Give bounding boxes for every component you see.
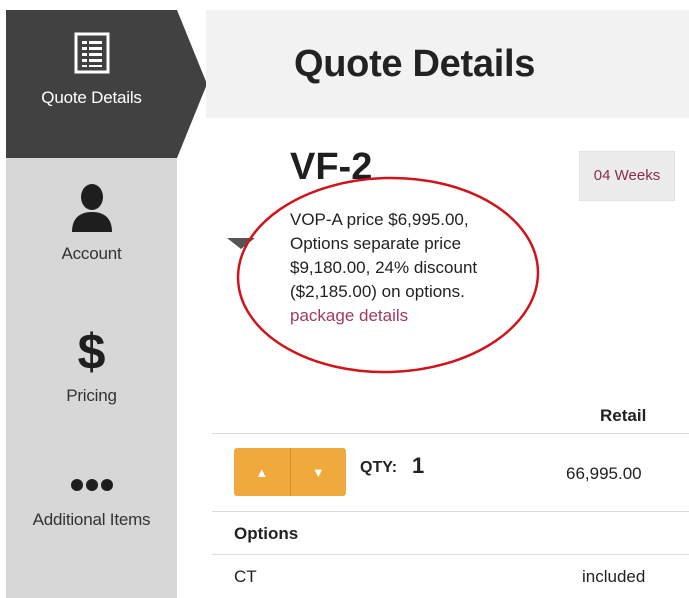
active-pointer-arrow — [177, 10, 207, 158]
option-name: CT — [234, 567, 257, 586]
options-header: Options — [234, 524, 299, 543]
description-line: $9,180.00, 24% discount — [290, 258, 478, 277]
divider — [212, 433, 689, 434]
person-icon — [71, 184, 112, 232]
sidebar-item-quote-details[interactable]: Quote Details — [6, 32, 177, 142]
sidebar-item-account[interactable]: Account — [6, 182, 177, 282]
package-details-link[interactable]: package details — [290, 306, 408, 325]
sidebar-item-label: Additional Items — [32, 510, 151, 529]
decrease-button[interactable]: ▼ — [291, 448, 347, 496]
lead-time-badge: 04 Weeks — [579, 151, 675, 201]
divider — [212, 511, 689, 512]
retail-column-header: Retail — [600, 406, 647, 425]
dollar-icon: $ — [77, 324, 106, 380]
arrow-down-icon: ▼ — [311, 464, 325, 480]
quantity-stepper: ▲ ▼ — [234, 448, 346, 496]
divider — [212, 554, 689, 555]
qty-label: QTY: — [360, 459, 398, 476]
more-dots-icon — [70, 479, 113, 491]
increase-button[interactable]: ▲ — [234, 448, 290, 496]
arrow-up-icon: ▲ — [255, 464, 269, 480]
qty-value: 1 — [412, 453, 425, 478]
sidebar-item-label: Quote Details — [41, 88, 142, 107]
option-value: included — [582, 567, 646, 586]
list-document-icon — [74, 32, 109, 74]
sidebar-item-pricing[interactable]: $ Pricing — [6, 326, 177, 426]
product-name: VF-2 — [290, 146, 373, 188]
description-line: VOP-A price $6,995.00, — [290, 210, 469, 229]
sidebar-item-label: Pricing — [66, 386, 117, 405]
description-line: ($2,185.00) on options. — [290, 282, 465, 301]
sidebar-item-label: Account — [61, 244, 122, 263]
page-header: Quote Details — [206, 10, 689, 118]
page-title: Quote Details — [294, 43, 536, 85]
sidebar-item-additional-items[interactable]: Additional Items — [6, 478, 177, 578]
expand-caret-icon[interactable] — [227, 238, 255, 249]
description-line: Options separate price — [290, 234, 462, 253]
retail-price: 66,995.00 — [566, 464, 642, 483]
sidebar: Quote Details Account $ Pricing Addition… — [6, 10, 207, 598]
package-description: VOP-A price $6,995.00, Options separate … — [290, 208, 530, 328]
